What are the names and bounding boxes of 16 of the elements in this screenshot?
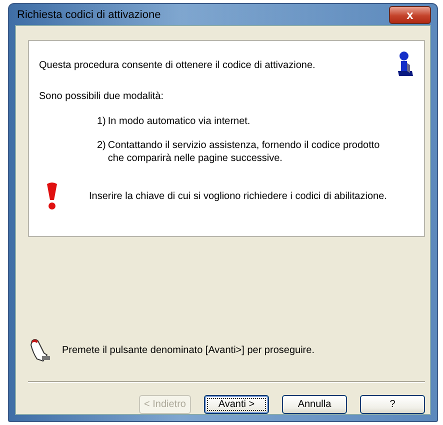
- modes-heading: Sono possibili due modalità:: [39, 91, 165, 102]
- option-text: In modo automatico via internet.: [108, 116, 250, 127]
- dialog-button[interactable]: ?: [360, 395, 425, 414]
- dialog-button[interactable]: Annulla: [282, 395, 347, 414]
- close-button[interactable]: x: [389, 6, 431, 24]
- option-text: che comparirà nelle pagine successive.: [108, 153, 284, 164]
- option-text: Contattando il servizio assistenza, fornendo il codice prodotto: [108, 140, 380, 151]
- dialog-button[interactable]: Avanti >: [204, 395, 269, 414]
- window-title: Richiesta codici di attivazione: [16, 8, 161, 20]
- info-figure-icon: [396, 51, 414, 77]
- exclamation-icon: [45, 182, 59, 210]
- intro-text: Questa procedura consente di ottenere il codice di attivazione.: [39, 60, 316, 71]
- hint-text: Premete il pulsante denominato [Avanti>] per proseguire.: [62, 344, 314, 356]
- option-number: 2): [97, 140, 106, 153]
- warning-text: Inserire la chiave di cui si vogliono richiedere i codici di abilitazione.: [89, 190, 387, 202]
- option-number: 1): [97, 116, 106, 127]
